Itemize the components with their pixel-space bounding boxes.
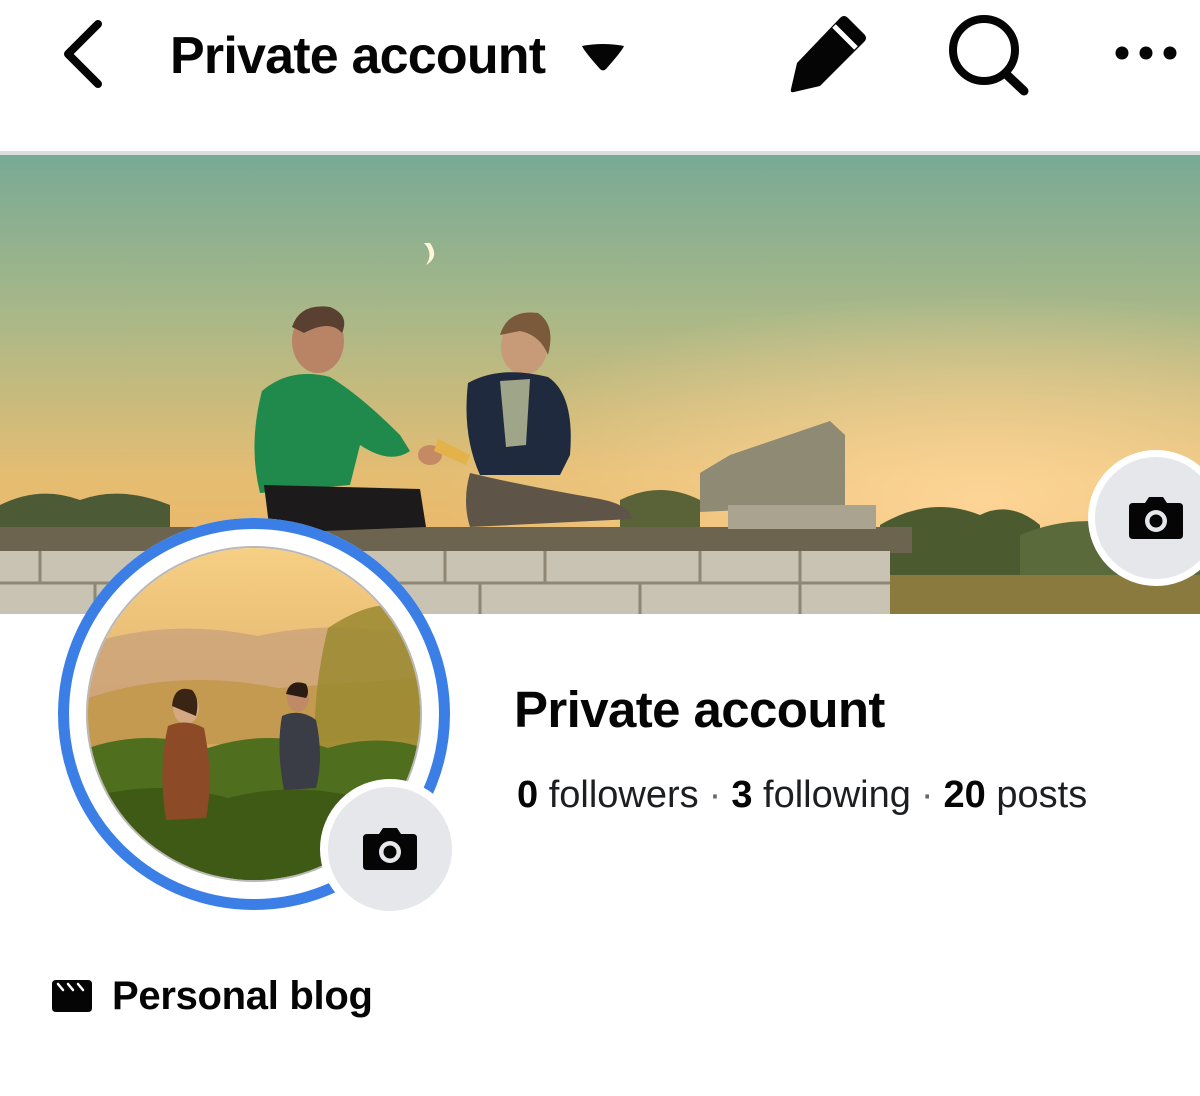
profile-category: Personal blog [50, 970, 373, 1022]
followers-label: followers [548, 774, 699, 816]
camera-icon [1129, 497, 1183, 539]
more-horizontal-icon [1115, 46, 1177, 60]
edit-button[interactable] [786, 12, 870, 96]
following-link[interactable]: 3 following [731, 774, 911, 816]
profile-name: Private account [514, 681, 885, 738]
film-clapper-icon [52, 980, 92, 1012]
following-label: following [763, 774, 911, 816]
posts-label: posts [996, 774, 1088, 816]
profile-stats: 0 followers · 3 following · 20 posts [517, 772, 1087, 818]
posts-link[interactable]: 20 posts [944, 774, 1088, 816]
more-options-button[interactable] [1110, 30, 1190, 76]
followers-link[interactable]: 0 followers [517, 774, 699, 816]
page-title: Private account [170, 27, 546, 85]
camera-icon [363, 828, 417, 870]
stats-separator: · [920, 774, 934, 816]
edit-profile-picture-button[interactable] [320, 779, 460, 919]
followers-count: 0 [517, 774, 539, 816]
posts-count: 20 [943, 774, 986, 816]
pencil-icon [790, 16, 866, 93]
chevron-left-icon [64, 20, 102, 88]
top-bar: Private account [0, 0, 1200, 150]
category-label: Personal blog [112, 974, 373, 1018]
back-button[interactable] [52, 16, 118, 92]
stats-separator: · [708, 774, 722, 816]
profile-page: Private account Private account 0 follow… [0, 0, 1200, 1096]
following-count: 3 [731, 774, 753, 816]
search-icon [949, 15, 1029, 96]
search-button[interactable] [944, 12, 1034, 96]
caret-down-icon [582, 44, 625, 71]
account-switcher[interactable]: Private account [170, 18, 627, 94]
